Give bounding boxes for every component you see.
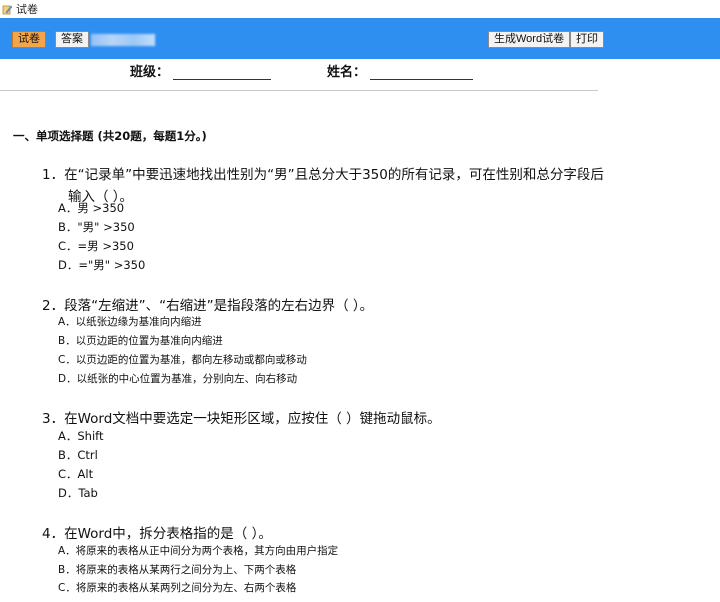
question-number: 1．: [42, 167, 65, 183]
question-text: 在“记录单”中要迅速地找出性别为“男”且总分大于350的所有记录，可在性别和总分…: [64, 167, 604, 183]
option: A．以纸张边缘为基准向内缩进: [58, 316, 202, 328]
options-4: A．将原来的表格从正中间分为两个表格，其方向由用户指定 B．将原来的表格从某两行…: [58, 542, 338, 598]
question-text: 在Word文档中要选定一块矩形区域，应按住（ ）键拖动鼠标。: [64, 411, 441, 427]
question-2: 2．段落“左缩进”、“右缩进”是指段落的左右边界（ ）。: [42, 294, 373, 314]
redacted-text: [91, 34, 155, 46]
name-label: 姓名：: [327, 65, 367, 80]
question-text: 在Word中，拆分表格指的是（ ）。: [64, 526, 272, 542]
answer-button[interactable]: 答案: [55, 31, 89, 48]
window-titlebar: 试卷: [0, 0, 720, 18]
generate-word-button[interactable]: 生成Word试卷: [488, 31, 571, 48]
option: C．=男 >350: [58, 239, 134, 253]
window-title: 试卷: [16, 3, 38, 16]
option: C．以页边距的位置为基准，都向左移动或都向或移动: [58, 354, 307, 366]
class-blank: [173, 66, 272, 80]
option: A．Shift: [58, 429, 104, 443]
question-number: 2．: [42, 298, 65, 314]
student-fields: 班级： 姓名：: [0, 61, 720, 83]
option: A．将原来的表格从正中间分为两个表格，其方向由用户指定: [58, 545, 339, 557]
print-button[interactable]: 打印: [570, 31, 604, 48]
options-3: A．Shift B．Ctrl C．Alt D．Tab: [58, 427, 104, 503]
question-text: 段落“左缩进”、“右缩进”是指段落的左右边界（ ）。: [64, 298, 374, 314]
exam-button[interactable]: 试卷: [12, 31, 46, 48]
option: D．Tab: [58, 486, 98, 500]
question-number: 3．: [42, 411, 65, 427]
option: B．Ctrl: [58, 448, 98, 462]
name-field: 姓名：: [327, 61, 474, 80]
question-number: 4．: [42, 526, 65, 542]
option: C．Alt: [58, 467, 94, 481]
class-label: 班级：: [130, 65, 170, 80]
option: B．将原来的表格从某两行之间分为上、下两个表格: [58, 563, 297, 576]
options-1: A．男 >350 B．"男" >350 C．=男 >350 D．="男" >35…: [58, 199, 145, 275]
class-field: 班级：: [130, 61, 272, 80]
divider: [0, 90, 598, 91]
option: A．男 >350: [58, 201, 125, 215]
options-2: A．以纸张边缘为基准向内缩进 B．以页边距的位置为基准向内缩进 C．以页边距的位…: [58, 313, 307, 389]
option: D．以纸张的中心位置为基准，分别向左、向右移动: [58, 373, 298, 385]
option: B．"男" >350: [58, 220, 135, 234]
question-3: 3．在Word文档中要选定一块矩形区域，应按住（ ）键拖动鼠标。: [42, 407, 441, 427]
option: C．将原来的表格从某两列之间分为左、右两个表格: [58, 582, 297, 594]
option: B．以页边距的位置为基准向内缩进: [58, 335, 223, 347]
toolbar: 试卷 答案 生成Word试卷 打印: [0, 18, 720, 59]
question-4: 4．在Word中，拆分表格指的是（ ）。: [42, 522, 272, 542]
name-blank: [370, 66, 474, 80]
app-icon: [2, 5, 13, 14]
option: D．="男" >350: [58, 258, 146, 272]
section-title: 一、单项选择题 (共20题，每题1分。): [13, 129, 207, 143]
